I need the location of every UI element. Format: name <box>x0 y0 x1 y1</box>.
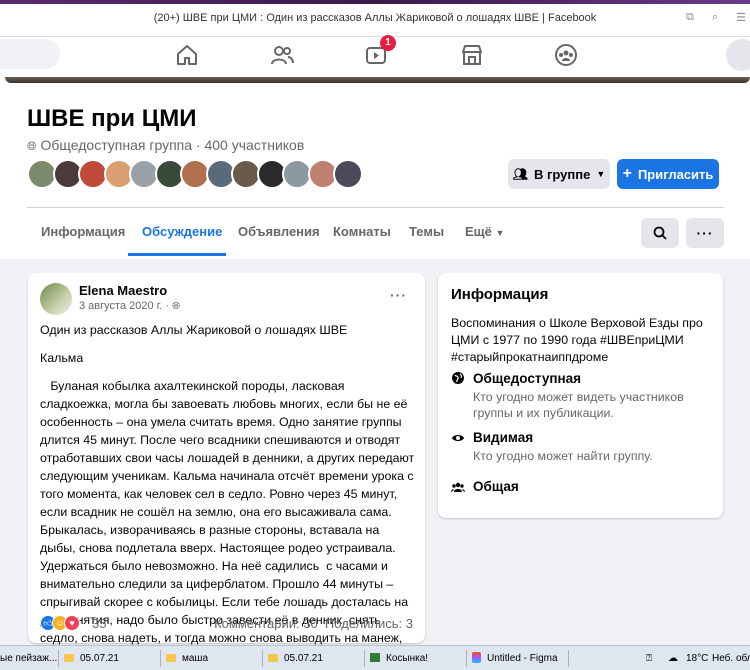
taskbar-item[interactable]: маша <box>166 650 208 667</box>
about-description: Воспоминания о Школе Верховой Езды про Ц… <box>451 316 703 364</box>
globe-icon <box>452 372 464 384</box>
in-group-label: В группе <box>533 166 591 182</box>
taskbar-item[interactable]: ые пейзаж... <box>0 650 57 667</box>
search-button[interactable] <box>641 218 679 248</box>
taskbar-item[interactable]: 05.07.21 <box>64 650 119 667</box>
tab-more[interactable]: Ещё ▼ <box>465 208 504 256</box>
tab-info[interactable]: Информация <box>41 208 125 256</box>
caret-down-icon: ▼ <box>495 228 505 238</box>
share-icon[interactable]: ⧉ <box>686 11 694 24</box>
folder-icon <box>268 654 278 662</box>
zoom-icon[interactable]: ⌕ <box>712 11 718 24</box>
taskbar-item-label: 05.07.21 <box>80 653 119 664</box>
weather-icon: ☁ <box>668 653 678 664</box>
marketplace-icon[interactable] <box>460 43 484 67</box>
tab-topics[interactable]: Темы <box>409 208 444 256</box>
browser-titlebar: (20+) ШВЕ при ЦМИ : Один из рассказов Ал… <box>0 0 750 37</box>
invite-label: Пригласить <box>637 166 714 182</box>
search-icon <box>653 226 667 240</box>
post-stats: Комментарии: 30 Поделились: 3 <box>214 616 413 631</box>
group-type-title: Общая <box>473 479 519 494</box>
post-date[interactable]: 3 августа 2020 г. · <box>79 300 169 312</box>
privacy-sub: Кто угодно может видеть участников групп… <box>473 390 684 420</box>
about-card: Информация Воспоминания о Школе Верховой… <box>438 273 723 518</box>
ellipsis-icon: ··· <box>696 225 714 241</box>
visibility-title: Видимая <box>473 430 534 445</box>
post-date-row: 3 августа 2020 г. · 🌐︎ <box>79 300 180 312</box>
member-avatar[interactable] <box>333 159 363 189</box>
search-input[interactable] <box>0 39 60 69</box>
tab-more-label: Ещё <box>465 224 492 239</box>
extensions-icon[interactable]: ☰ <box>736 11 746 24</box>
taskbar-item-label: Untitled - Figma <box>487 653 558 664</box>
watch-notification-badge: 1 <box>380 35 396 51</box>
taskbar-item[interactable]: Косынка! <box>370 650 428 667</box>
groups-icon[interactable] <box>554 43 578 67</box>
group-header: ШВЕ при ЦМИ 🌐︎ Общедоступная группа · 40… <box>0 83 750 259</box>
taskbar-separator <box>58 650 59 667</box>
post-author[interactable]: Elena Maestro <box>79 283 167 298</box>
group-title[interactable]: ШВЕ при ЦМИ <box>27 105 196 133</box>
solitaire-icon <box>370 653 380 662</box>
home-icon[interactable] <box>175 43 199 67</box>
figma-icon <box>472 652 481 663</box>
group-meta: 🌐︎ Общедоступная группа · 400 участников <box>27 137 304 154</box>
os-taskbar: ые пейзаж... 05.07.21 маша 05.07.21 Косы… <box>0 645 750 670</box>
caret-down-icon: ▼ <box>596 169 606 179</box>
shares-count[interactable]: Поделились: 3 <box>325 616 413 631</box>
taskbar-separator <box>160 650 161 667</box>
browser-accent-strip <box>0 0 750 4</box>
about-title: Информация <box>451 286 549 303</box>
eye-icon <box>452 435 464 441</box>
tab-rooms[interactable]: Комнаты <box>333 208 391 256</box>
top-navigation: 1 <box>0 35 750 77</box>
invite-button[interactable]: + Пригласить <box>617 159 719 189</box>
plus-icon: + <box>622 165 632 182</box>
post-menu-icon[interactable]: ··· <box>390 287 407 303</box>
comments-count[interactable]: Комментарии: 30 <box>214 616 318 631</box>
tab-discussion[interactable]: Обсуждение <box>142 208 222 256</box>
taskbar-item[interactable]: Untitled - Figma <box>472 650 558 667</box>
active-tab-indicator <box>128 253 226 256</box>
taskbar-separator <box>568 650 569 667</box>
taskbar-item-label: маша <box>182 653 209 664</box>
friends-icon[interactable] <box>270 43 294 67</box>
members-icon: 👥︎ <box>512 167 528 181</box>
account-avatar[interactable] <box>726 39 750 71</box>
taskbar-separator <box>262 650 263 667</box>
taskbar-item-label: Косынка! <box>386 653 429 664</box>
weather-text: Неб. обла <box>712 653 750 664</box>
globe-icon: 🌐︎ <box>172 301 181 312</box>
group-meta-text: Общедоступная группа · 400 участников <box>40 137 305 153</box>
love-reaction-icon: ♥ <box>64 615 80 631</box>
privacy-title: Общедоступная <box>473 371 582 386</box>
reactions-count[interactable]: 35 <box>92 616 106 631</box>
visibility-sub: Кто угодно может найти группу. <box>473 449 653 463</box>
more-options-button[interactable]: ··· <box>686 218 724 248</box>
globe-icon: 🌐︎ <box>27 139 37 153</box>
tab-announcements[interactable]: Объявления <box>238 208 320 256</box>
taskbar-item-label: 05.07.21 <box>284 653 323 664</box>
folder-icon <box>64 654 74 662</box>
taskbar-separator <box>364 650 365 667</box>
taskbar-item[interactable]: 05.07.21 <box>268 650 323 667</box>
help-icon[interactable]: ⍰ <box>646 650 652 667</box>
in-group-button[interactable]: 👥︎ В группе ▼ <box>508 159 610 189</box>
temperature: 18°C <box>686 653 709 664</box>
folder-icon <box>166 654 176 662</box>
author-avatar[interactable] <box>40 283 72 315</box>
post-subtitle: Кальма <box>40 351 84 365</box>
post-title: Один из рассказов Аллы Жариковой о лошад… <box>40 323 348 337</box>
members-icon <box>451 482 465 492</box>
window-title: (20+) ШВЕ при ЦМИ : Один из рассказов Ал… <box>153 12 597 24</box>
taskbar-separator <box>466 650 467 667</box>
post-card: Elena Maestro 3 августа 2020 г. · 🌐︎ ···… <box>28 273 425 670</box>
